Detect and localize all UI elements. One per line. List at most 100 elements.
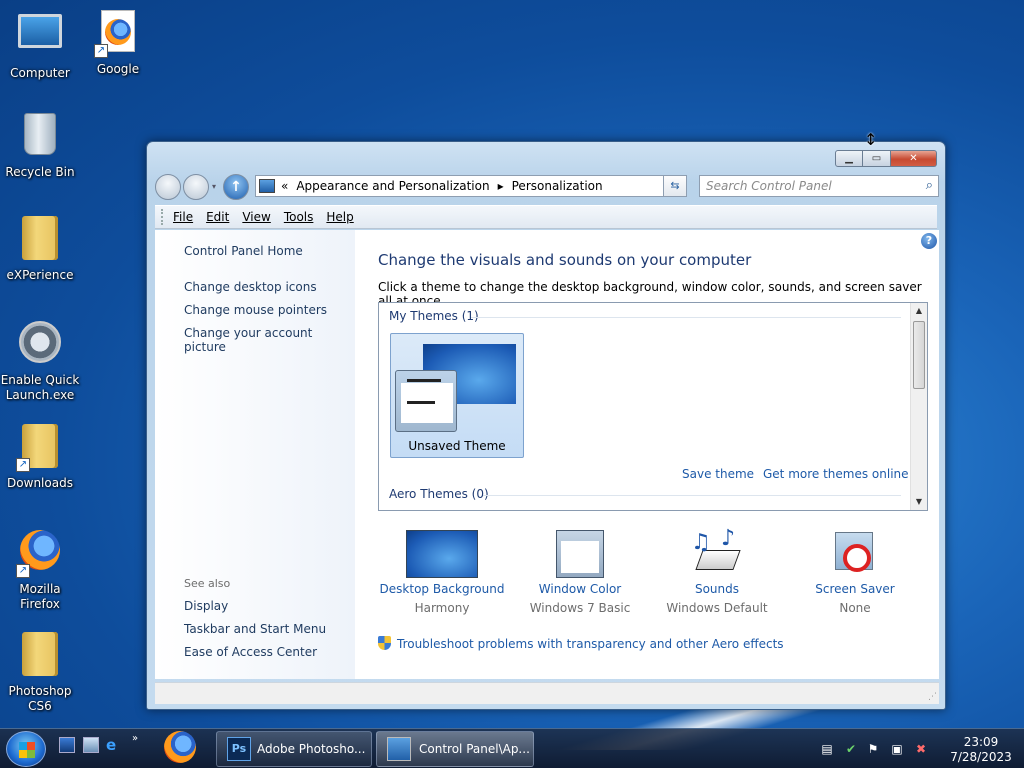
desktop-icon-photoshop[interactable]: Photoshop CS6 <box>0 630 80 714</box>
sounds-icon: ♫ ♪ <box>681 526 753 578</box>
breadcrumb-appearance[interactable]: Appearance and Personalization <box>296 179 489 193</box>
menu-file[interactable]: File <box>173 210 193 224</box>
menu-edit[interactable]: Edit <box>206 210 229 224</box>
recycle-bin-icon <box>16 113 64 161</box>
taskbar-button-label: Adobe Photosho... <box>257 742 366 756</box>
menu-view[interactable]: View <box>242 210 270 224</box>
desktop-icon-experience[interactable]: eXPerience <box>0 214 80 283</box>
personalization-window: ▁ ▭ ✕ ▾ ↑ « Appearance and Personalizati… <box>146 141 946 710</box>
aero-themes-label: Aero Themes (0) <box>389 487 489 501</box>
volume-muted-icon[interactable]: ✖ <box>914 742 928 756</box>
change-desktop-icons-link[interactable]: Change desktop icons <box>184 280 317 294</box>
folder-icon <box>16 632 64 680</box>
screen-saver-value: None <box>839 601 871 615</box>
desktop-icon-firefox[interactable]: ↗ Mozilla Firefox <box>0 526 80 612</box>
ease-of-access-link[interactable]: Ease of Access Center <box>184 645 317 659</box>
taskbar-button-control-panel[interactable]: Control Panel\Ap... <box>376 731 534 767</box>
search-placeholder: Search Control Panel <box>706 179 832 193</box>
firefox-shortcut-icon: ↗ <box>94 10 142 58</box>
desktop-icon-label: Mozilla Firefox <box>19 582 61 611</box>
show-desktop-icon[interactable] <box>59 737 75 753</box>
main-content: ? Change the visuals and sounds on your … <box>355 230 939 679</box>
maximize-button[interactable]: ▭ <box>863 150 891 167</box>
page-title: Change the visuals and sounds on your co… <box>378 251 752 269</box>
get-more-themes-link[interactable]: Get more themes online <box>763 467 909 481</box>
theme-list-scrollbar[interactable]: ▲ ▼ <box>910 303 927 510</box>
scroll-down-icon[interactable]: ▼ <box>911 494 927 510</box>
change-mouse-pointers-link[interactable]: Change mouse pointers <box>184 303 327 317</box>
folder-shortcut-icon: ↗ <box>16 424 64 472</box>
desktop-background-value: Harmony <box>414 601 470 615</box>
forward-button[interactable] <box>183 174 209 200</box>
resize-grip-icon[interactable]: ⋰ <box>928 692 937 702</box>
internet-explorer-icon[interactable]: e <box>106 737 122 753</box>
address-bar[interactable]: « Appearance and Personalization ▸ Perso… <box>255 175 687 197</box>
scroll-up-icon[interactable]: ▲ <box>911 303 927 319</box>
theme-list: My Themes (1) Unsaved Theme Save theme G… <box>378 302 928 511</box>
menu-bar: File Edit View Tools Help <box>155 205 937 229</box>
control-panel-home-link[interactable]: Control Panel Home <box>184 244 303 258</box>
desktop-icon-label: Google <box>96 62 140 76</box>
sounds-value: Windows Default <box>666 601 768 615</box>
save-theme-link[interactable]: Save theme <box>682 467 754 481</box>
display-link[interactable]: Display <box>184 599 228 613</box>
close-button[interactable]: ✕ <box>891 150 937 167</box>
taskbar-start-menu-link[interactable]: Taskbar and Start Menu <box>184 622 326 636</box>
change-account-picture-link[interactable]: Change your account picture <box>184 326 355 354</box>
network-icon[interactable]: ▣ <box>890 742 904 756</box>
scroll-thumb[interactable] <box>913 321 925 389</box>
desktop-icon-google[interactable]: ↗ Google <box>78 8 158 77</box>
desktop-icon-downloads[interactable]: ↗ Downloads <box>0 422 80 491</box>
screen-saver-title[interactable]: Screen Saver <box>790 582 920 596</box>
minimize-button[interactable]: ▁ <box>835 150 863 167</box>
recent-pages-arrow-icon[interactable]: ▾ <box>212 182 216 191</box>
search-icon[interactable]: ⌕ <box>926 178 933 193</box>
windows-logo-icon <box>19 742 35 758</box>
back-button[interactable] <box>155 174 181 200</box>
menu-tools[interactable]: Tools <box>284 210 314 224</box>
quick-launch-overflow-icon[interactable]: » <box>132 733 138 744</box>
firefox-taskbar-icon[interactable] <box>164 731 196 763</box>
firefox-icon: ↗ <box>16 530 64 578</box>
control-panel-icon <box>259 179 275 193</box>
desktop-icon-label: Computer <box>10 66 70 80</box>
troubleshoot-link[interactable]: Troubleshoot problems with transparency … <box>378 636 784 651</box>
sounds-option[interactable]: ♫ ♪ Sounds Windows Default <box>652 526 782 615</box>
search-input[interactable]: Search Control Panel ⌕ <box>699 175 939 197</box>
up-button[interactable]: ↑ <box>223 174 249 200</box>
system-clock[interactable]: 23:09 7/28/2023 <box>946 735 1016 765</box>
start-button[interactable] <box>6 731 46 767</box>
switch-windows-icon[interactable] <box>83 737 99 753</box>
screen-saver-icon <box>819 530 891 578</box>
refresh-button[interactable]: ⇆ <box>663 175 687 197</box>
theme-tile-unsaved[interactable]: Unsaved Theme <box>390 333 524 458</box>
desktop-icon-quick-launch[interactable]: Enable Quick Launch.exe <box>0 318 80 403</box>
taskbar-button-photoshop[interactable]: Ps Adobe Photosho... <box>216 731 372 767</box>
computer-icon <box>16 14 64 62</box>
desktop-icon-computer[interactable]: Computer <box>0 8 80 81</box>
window-color-icon <box>556 530 604 578</box>
shield-icon <box>378 636 391 650</box>
desktop-background-option[interactable]: Desktop Background Harmony <box>377 530 507 615</box>
security-tray-icon[interactable]: ✔ <box>844 742 858 756</box>
desktop-background-title[interactable]: Desktop Background <box>377 582 507 596</box>
breadcrumb-personalization[interactable]: Personalization <box>512 179 603 193</box>
desktop-icon-recycle-bin[interactable]: Recycle Bin <box>0 110 80 180</box>
taskbar: e » Ps Adobe Photosho... Control Panel\A… <box>0 728 1024 768</box>
help-icon[interactable]: ? <box>921 233 937 249</box>
task-pane: Control Panel Home Change desktop icons … <box>155 230 355 679</box>
screen-saver-option[interactable]: Screen Saver None <box>790 530 920 615</box>
window-color-option[interactable]: Window Color Windows 7 Basic <box>515 530 645 615</box>
menu-help[interactable]: Help <box>326 210 353 224</box>
clock-time: 23:09 <box>963 735 999 749</box>
window-client-area: Control Panel Home Change desktop icons … <box>155 230 939 679</box>
breadcrumb-arrow-icon[interactable]: ▸ <box>498 179 504 193</box>
document-tray-icon[interactable]: ▤ <box>820 742 834 756</box>
theme-name: Unsaved Theme <box>408 439 506 453</box>
app-icon <box>16 321 64 369</box>
action-center-flag-icon[interactable]: ⚑ <box>866 742 880 756</box>
sounds-title[interactable]: Sounds <box>652 582 782 596</box>
window-color-title[interactable]: Window Color <box>515 582 645 596</box>
clock-date: 7/28/2023 <box>950 750 1012 764</box>
notification-area: ▤ ✔ ⚑ ▣ ✖ 23:09 7/28/2023 <box>816 733 1016 765</box>
